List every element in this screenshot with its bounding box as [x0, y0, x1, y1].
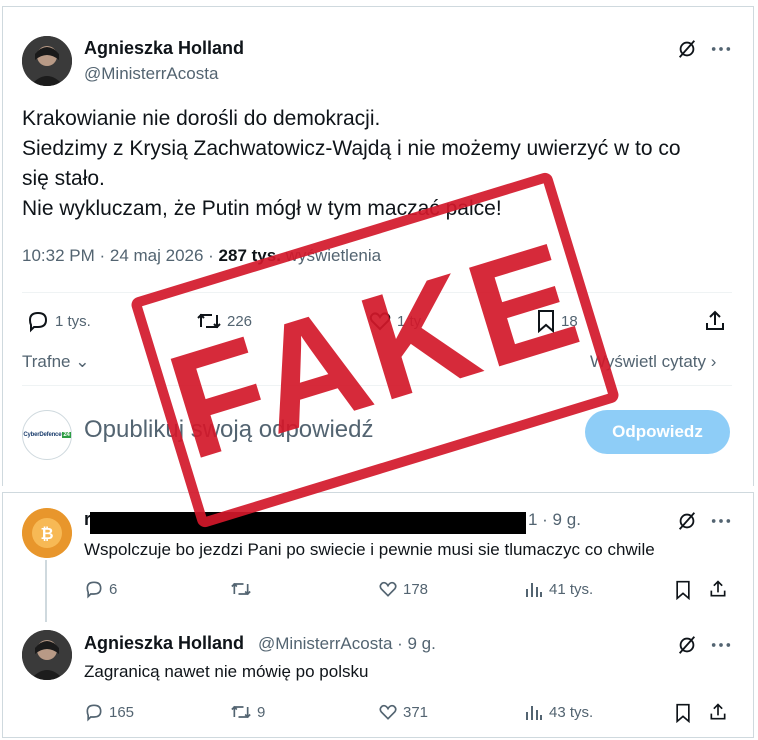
chevron-right-icon: ›: [706, 352, 717, 371]
repost-button[interactable]: 9: [230, 702, 265, 722]
more-icon[interactable]: [710, 636, 732, 654]
reply-avatar[interactable]: ₿: [22, 508, 72, 558]
like-button[interactable]: 371: [378, 702, 428, 722]
reply-button[interactable]: 6: [84, 579, 117, 599]
share-icon[interactable]: [703, 309, 727, 333]
like-count: 178: [403, 580, 429, 598]
views-button[interactable]: 41 tys.: [524, 579, 593, 599]
share-icon[interactable]: [708, 579, 728, 599]
author-handle[interactable]: @MinisterrAcosta: [84, 64, 218, 84]
bookmark-icon[interactable]: [674, 580, 692, 600]
reply-button[interactable]: 165: [84, 702, 134, 722]
reply-submit-button[interactable]: Odpowiedz: [585, 410, 730, 454]
tweet-line: Nie wykluczam, że Putin mógł w tym macza…: [22, 197, 502, 220]
reply-avatar[interactable]: [22, 630, 72, 680]
like-icon: [379, 581, 397, 597]
tweet-line: Siedzimy z Krysią Zachwatowicz-Wajdą i n…: [22, 137, 681, 160]
redaction-bar: [90, 512, 526, 534]
tweet-line: się stało.: [22, 167, 105, 190]
repost-icon: [231, 582, 251, 596]
reply-text: Wspolczuje bo jezdzi Pani po swiecie i p…: [84, 540, 655, 559]
current-user-avatar[interactable]: CyberDefence 24: [22, 410, 72, 460]
more-icon[interactable]: [710, 512, 732, 530]
reply-button[interactable]: 1 tys.: [26, 309, 91, 333]
reply-icon: [28, 311, 48, 333]
sort-dropdown[interactable]: Trafne ⌄: [22, 352, 89, 372]
more-icon[interactable]: [710, 40, 732, 58]
logo-text: CyberDefence: [23, 432, 62, 438]
analytics-icon: [526, 583, 542, 597]
views-count: 43 tys.: [549, 703, 594, 721]
svg-text:₿: ₿: [40, 525, 53, 543]
grok-icon[interactable]: [676, 38, 698, 60]
logo-badge: 24: [62, 432, 71, 438]
like-count: 371: [403, 703, 429, 721]
grok-icon[interactable]: [676, 634, 698, 656]
reply-author-handle[interactable]: @MinisterrAcosta · 9 g.: [258, 634, 436, 654]
tweet-line: Krakowianie nie dorośli do demokracji.: [22, 107, 381, 130]
like-icon: [379, 704, 397, 720]
views-count: 41 tys.: [549, 580, 594, 598]
repost-button[interactable]: [230, 579, 257, 599]
bookmark-icon[interactable]: [674, 703, 692, 723]
analytics-icon: [526, 706, 542, 720]
like-button[interactable]: 178: [378, 579, 428, 599]
tweet-time[interactable]: 10:32 PM · 24 maj 2026 ·: [22, 246, 219, 265]
reply-icon: [86, 704, 102, 722]
repost-icon: [231, 705, 251, 719]
thread-connector: [45, 560, 47, 622]
reply-count: 165: [109, 703, 135, 721]
author-avatar[interactable]: [22, 36, 72, 86]
chevron-down-icon: ⌄: [70, 352, 90, 371]
reply-count: 1 tys.: [55, 312, 91, 330]
reply-text: Zagranicą nawet nie mówię po polsku: [84, 662, 369, 681]
author-name[interactable]: Agnieszka Holland: [84, 38, 244, 59]
views-button[interactable]: 43 tys.: [524, 702, 593, 722]
reply-meta: 1 · 9 g.: [528, 510, 581, 529]
tweet-text: Krakowianie nie dorośli do demokracji. S…: [22, 104, 732, 224]
share-icon[interactable]: [708, 702, 728, 722]
sort-label: Trafne: [22, 352, 71, 371]
reply-author-name[interactable]: Agnieszka Holland: [84, 633, 244, 654]
repost-count: 9: [257, 703, 266, 721]
reply-count: 6: [109, 580, 118, 598]
reply-icon: [86, 581, 102, 599]
grok-icon[interactable]: [676, 510, 698, 532]
